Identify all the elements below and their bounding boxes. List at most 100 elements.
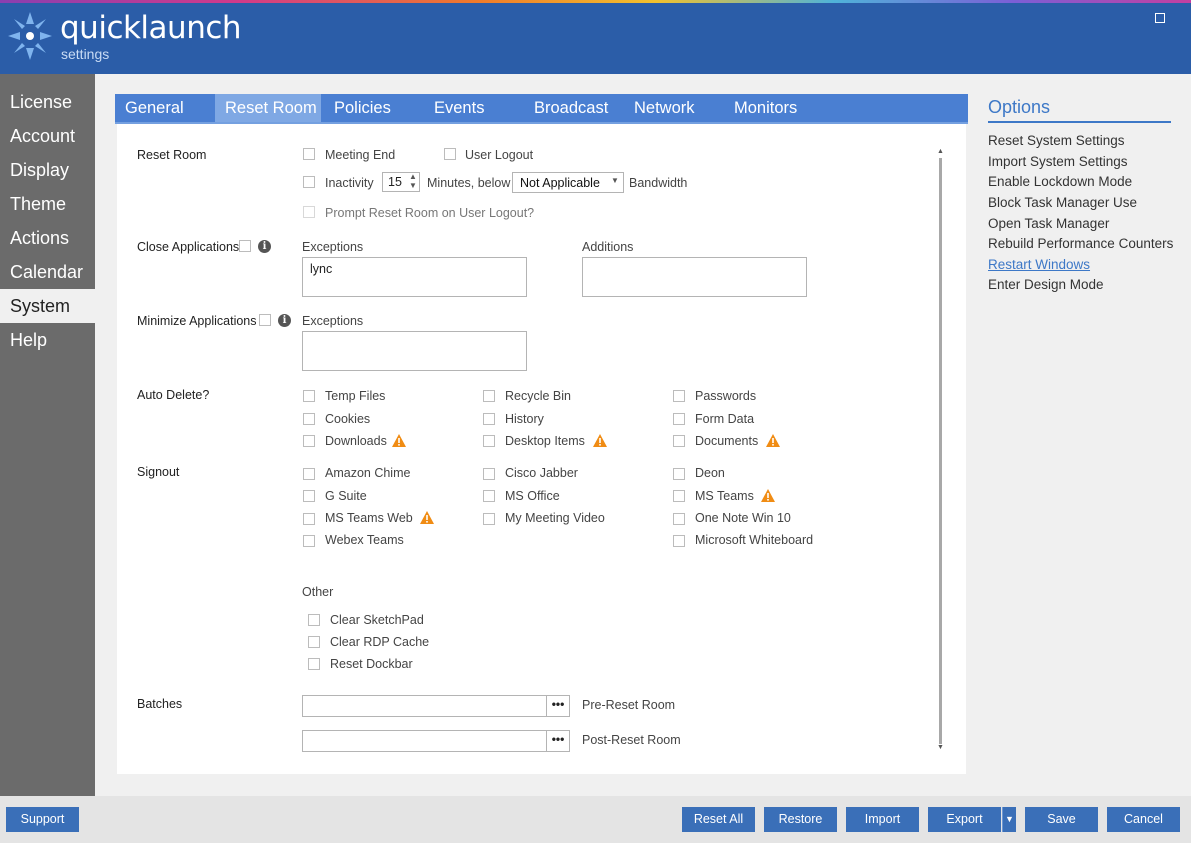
warning-icon	[766, 434, 780, 447]
option-block-task-manager[interactable]: Block Task Manager Use	[988, 195, 1137, 210]
tab-broadcast[interactable]: Broadcast	[524, 94, 624, 122]
quicklaunch-logo-icon	[8, 12, 52, 60]
stepper-down-icon[interactable]: ▼	[409, 181, 417, 190]
option-enable-lockdown-mode[interactable]: Enable Lockdown Mode	[988, 174, 1132, 189]
warning-icon	[392, 434, 406, 447]
temp-files-label: Temp Files	[325, 389, 386, 403]
nav-item-license[interactable]: License	[0, 85, 95, 119]
export-button[interactable]: Export	[928, 807, 1001, 832]
g-suite-checkbox[interactable]	[303, 490, 315, 502]
warning-icon	[420, 511, 434, 524]
cookies-checkbox[interactable]	[303, 413, 315, 425]
post-reset-browse-button[interactable]: •••	[546, 730, 570, 752]
sidebar-nav: License Account Display Theme Actions Ca…	[0, 74, 95, 796]
form-data-checkbox[interactable]	[673, 413, 685, 425]
bandwidth-dropdown[interactable]: Not Applicable ▼	[512, 172, 624, 193]
user-logout-label: User Logout	[465, 148, 534, 162]
import-button[interactable]: Import	[846, 807, 919, 832]
warning-icon	[593, 434, 607, 447]
reset-dockbar-checkbox[interactable]	[308, 658, 320, 670]
nav-item-display[interactable]: Display	[0, 153, 95, 187]
bandwidth-selected-value: Not Applicable	[520, 176, 600, 190]
ms-teams-checkbox[interactable]	[673, 490, 685, 502]
clear-rdp-cache-checkbox[interactable]	[308, 636, 320, 648]
reset-all-button[interactable]: Reset All	[682, 807, 755, 832]
minimize-exceptions-field[interactable]	[302, 331, 527, 371]
scrollbar[interactable]: ▲ ▼	[937, 148, 945, 754]
recycle-bin-checkbox[interactable]	[483, 390, 495, 402]
option-enter-design-mode[interactable]: Enter Design Mode	[988, 277, 1104, 292]
documents-checkbox[interactable]	[673, 435, 685, 447]
temp-files-checkbox[interactable]	[303, 390, 315, 402]
desktop-items-checkbox[interactable]	[483, 435, 495, 447]
inactivity-checkbox[interactable]	[303, 176, 315, 188]
info-icon[interactable]: i	[278, 314, 291, 327]
close-applications-checkbox[interactable]	[239, 240, 251, 252]
amazon-chime-label: Amazon Chime	[325, 466, 411, 480]
user-logout-checkbox[interactable]	[444, 148, 456, 160]
webex-teams-checkbox[interactable]	[303, 535, 315, 547]
tab-general[interactable]: General	[115, 94, 213, 122]
my-meeting-video-label: My Meeting Video	[505, 511, 605, 525]
option-rebuild-performance-counters[interactable]: Rebuild Performance Counters	[988, 236, 1173, 251]
export-dropdown-chevron-icon[interactable]: ▼	[1002, 807, 1016, 832]
save-button[interactable]: Save	[1025, 807, 1098, 832]
inactivity-minutes-stepper[interactable]: 15 ▲ ▼	[382, 172, 420, 192]
restore-button[interactable]: Restore	[764, 807, 837, 832]
passwords-checkbox[interactable]	[673, 390, 685, 402]
tab-reset-room[interactable]: Reset Room	[215, 94, 321, 122]
option-import-system-settings[interactable]: Import System Settings	[988, 154, 1128, 169]
nav-item-calendar[interactable]: Calendar	[0, 255, 95, 289]
meeting-end-checkbox[interactable]	[303, 148, 315, 160]
nav-item-system[interactable]: System	[0, 289, 95, 323]
ms-office-checkbox[interactable]	[483, 490, 495, 502]
history-label: History	[505, 412, 544, 426]
option-reset-system-settings[interactable]: Reset System Settings	[988, 133, 1125, 148]
footer-bar: Support Reset All Restore Import Export …	[0, 796, 1191, 843]
warning-icon	[761, 489, 775, 502]
meeting-end-label: Meeting End	[325, 148, 396, 162]
passwords-label: Passwords	[695, 389, 757, 403]
info-icon[interactable]: i	[258, 240, 271, 253]
pre-reset-batch-field[interactable]	[302, 695, 547, 717]
option-open-task-manager[interactable]: Open Task Manager	[988, 216, 1109, 231]
cancel-button[interactable]: Cancel	[1107, 807, 1180, 832]
cisco-jabber-checkbox[interactable]	[483, 468, 495, 480]
option-restart-windows[interactable]: Restart Windows	[988, 257, 1090, 272]
nav-item-help[interactable]: Help	[0, 323, 95, 357]
clear-sketchpad-checkbox[interactable]	[308, 614, 320, 626]
ms-teams-web-label: MS Teams Web	[325, 511, 413, 525]
reset-room-label: Reset Room	[137, 148, 207, 162]
my-meeting-video-checkbox[interactable]	[483, 513, 495, 525]
amazon-chime-checkbox[interactable]	[303, 468, 315, 480]
tab-monitors[interactable]: Monitors	[724, 94, 824, 122]
tab-events[interactable]: Events	[424, 94, 514, 122]
ms-teams-web-checkbox[interactable]	[303, 513, 315, 525]
nav-item-theme[interactable]: Theme	[0, 187, 95, 221]
stepper-up-icon[interactable]: ▲	[409, 172, 417, 181]
nav-item-account[interactable]: Account	[0, 119, 95, 153]
history-checkbox[interactable]	[483, 413, 495, 425]
one-note-win10-checkbox[interactable]	[673, 513, 685, 525]
scroll-thumb[interactable]	[939, 158, 942, 744]
close-additions-field[interactable]	[582, 257, 807, 297]
microsoft-whiteboard-checkbox[interactable]	[673, 535, 685, 547]
post-reset-batch-field[interactable]	[302, 730, 547, 752]
support-button[interactable]: Support	[6, 807, 79, 832]
nav-item-actions[interactable]: Actions	[0, 221, 95, 255]
maximize-icon[interactable]	[1155, 13, 1165, 23]
scroll-down-icon[interactable]: ▼	[937, 744, 944, 751]
tab-network[interactable]: Network	[624, 94, 714, 122]
downloads-checkbox[interactable]	[303, 435, 315, 447]
scroll-up-icon[interactable]: ▲	[937, 148, 944, 155]
close-exceptions-field[interactable]: lync	[302, 257, 527, 297]
microsoft-whiteboard-label: Microsoft Whiteboard	[695, 533, 814, 547]
title-bar: quicklaunch settings	[0, 0, 1191, 74]
prompt-reset-checkbox[interactable]	[303, 206, 315, 218]
prompt-reset-label: Prompt Reset Room on User Logout?	[325, 206, 535, 220]
webex-teams-label: Webex Teams	[325, 533, 404, 547]
pre-reset-browse-button[interactable]: •••	[546, 695, 570, 717]
deon-checkbox[interactable]	[673, 468, 685, 480]
minimize-applications-checkbox[interactable]	[259, 314, 271, 326]
tab-policies[interactable]: Policies	[324, 94, 414, 122]
